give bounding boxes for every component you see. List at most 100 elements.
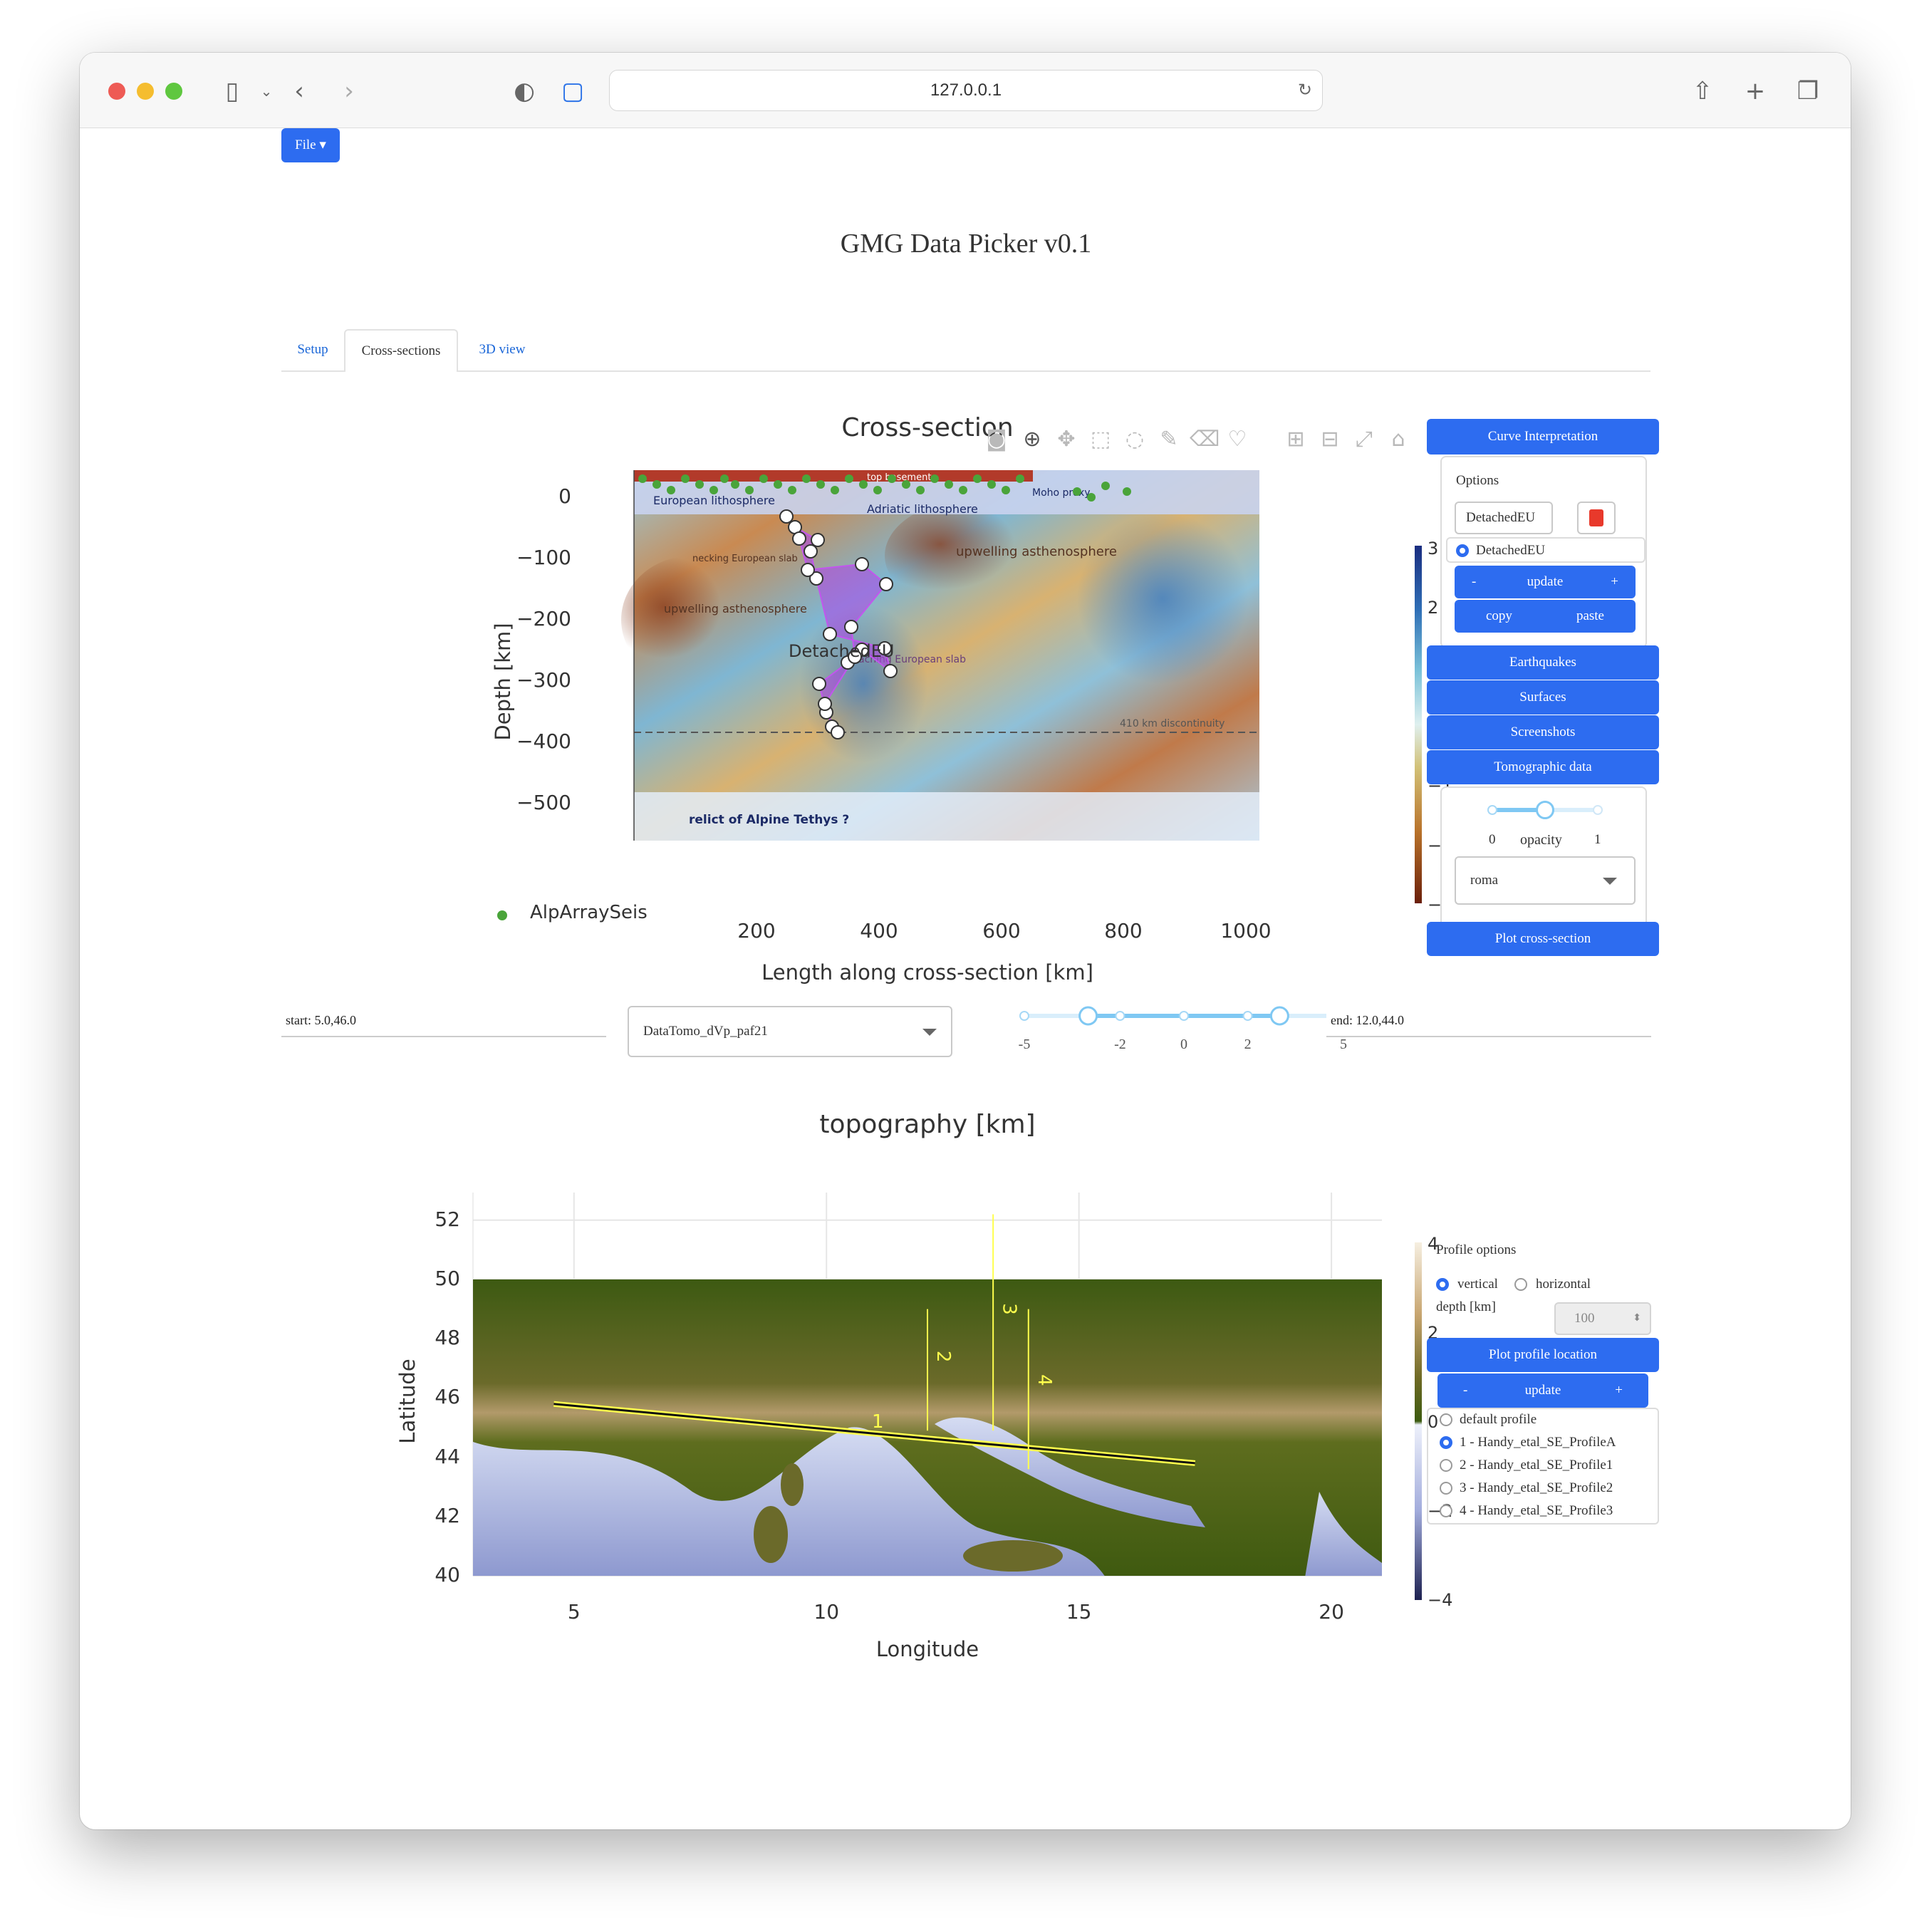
curve-point[interactable] (792, 531, 806, 546)
earthquake-marker (681, 474, 690, 483)
earthquake-marker (1073, 487, 1081, 496)
dataset-dropdown[interactable]: DataTomo_dVp_paf21 (628, 1006, 952, 1057)
curve-interpretation-button[interactable]: Curve Interpretation (1427, 419, 1659, 455)
tab-setup[interactable]: Setup (281, 329, 344, 370)
forward-icon[interactable]: › (333, 77, 365, 105)
maximize-window-button[interactable] (165, 83, 182, 100)
draw-open-path-icon[interactable]: ✎ (1155, 426, 1182, 453)
profile-item[interactable]: default profile (1460, 1412, 1537, 1428)
x-tick: 1000 (1220, 919, 1272, 942)
copy-button[interactable]: copy (1486, 600, 1512, 633)
range-slider-handle[interactable] (1078, 1006, 1098, 1026)
curve-point[interactable] (831, 725, 845, 739)
opacity-slider-handle[interactable] (1536, 801, 1554, 819)
profile-label: 3 (998, 1303, 1019, 1315)
curve-point[interactable] (801, 563, 815, 577)
draw-closed-path-icon[interactable]: ♡ (1224, 426, 1251, 453)
new-tab-icon[interactable]: + (1740, 77, 1771, 105)
profile-plus-button[interactable]: + (1615, 1373, 1623, 1408)
cross-section-plot[interactable]: European lithosphere Adriatic lithospher… (536, 470, 1262, 869)
legend-marker[interactable] (497, 910, 507, 920)
curve-name-input[interactable]: DetachedEU (1455, 502, 1553, 534)
profile-radio[interactable] (1440, 1482, 1452, 1495)
curve-color-picker[interactable] (1577, 502, 1616, 534)
earthquake-marker (652, 480, 661, 489)
profile-item[interactable]: 1 - Handy_etal_SE_ProfileA (1460, 1435, 1616, 1450)
lasso-select-icon[interactable]: ◌ (1121, 426, 1148, 453)
image-label: relict of Alpine Tethys ? (689, 813, 849, 827)
curve-minus-button[interactable]: - (1472, 566, 1476, 598)
reset-axes-icon[interactable]: ⌂ (1385, 426, 1412, 453)
plot-cross-section-button[interactable]: Plot cross-section (1427, 922, 1659, 956)
curve-update-button[interactable]: update (1527, 574, 1564, 589)
depth-input[interactable]: 100 ⬍ (1554, 1302, 1651, 1335)
profile-radio[interactable] (1440, 1436, 1452, 1449)
paste-button[interactable]: paste (1576, 600, 1604, 633)
y-tick: −500 (516, 791, 571, 814)
curve-point[interactable] (779, 509, 794, 524)
tab-3d-view[interactable]: 3D view (461, 329, 544, 370)
screenshots-button[interactable]: Screenshots (1427, 715, 1659, 749)
share-icon[interactable]: ⇧ (1687, 77, 1718, 105)
reload-icon[interactable]: ↻ (1298, 71, 1312, 110)
profile-item[interactable]: 3 - Handy_etal_SE_Profile2 (1460, 1480, 1613, 1496)
start-coordinate-input[interactable]: start: 5.0,46.0 (281, 1006, 606, 1037)
tabs-overview-icon[interactable]: ❐ (1792, 77, 1824, 105)
page-icon[interactable]: ▢ (557, 77, 588, 105)
minimize-window-button[interactable] (137, 83, 154, 100)
copy-paste-group: copy paste (1455, 600, 1636, 633)
profile-item[interactable]: 4 - Handy_etal_SE_Profile3 (1460, 1503, 1613, 1519)
curve-point[interactable] (804, 544, 818, 559)
profile-minus-button[interactable]: - (1463, 1373, 1467, 1408)
colorscale-range-slider[interactable]: -5 -2 0 2 5 (999, 1006, 1369, 1063)
range-slider-handle[interactable] (1269, 1006, 1289, 1026)
close-window-button[interactable] (108, 83, 125, 100)
profile-item[interactable]: 2 - Handy_etal_SE_Profile1 (1460, 1458, 1613, 1473)
curve-point[interactable] (818, 697, 832, 711)
erase-shape-icon[interactable]: ⌫ (1190, 426, 1220, 453)
curve-radio-label[interactable]: DetachedEU (1476, 543, 1545, 559)
plot-profile-location-button[interactable]: Plot profile location (1427, 1338, 1659, 1372)
y-tick: −100 (516, 546, 571, 569)
profile-radio[interactable] (1440, 1505, 1452, 1517)
curve-plus-button[interactable]: + (1611, 566, 1618, 598)
legend-label[interactable]: AlpArraySeis (530, 902, 648, 923)
camera-icon[interactable]: ◙ (983, 426, 1010, 453)
autoscale-icon[interactable]: ⤢ (1351, 426, 1378, 453)
vertical-radio[interactable] (1436, 1278, 1449, 1291)
profile-radio[interactable] (1440, 1459, 1452, 1472)
surfaces-button[interactable]: Surfaces (1427, 680, 1659, 715)
curve-point[interactable] (879, 577, 893, 591)
earthquake-marker (916, 486, 925, 494)
horizontal-radio[interactable] (1514, 1278, 1527, 1291)
spinner-icon[interactable]: ⬍ (1633, 1304, 1641, 1334)
x-tick: 800 (1104, 919, 1143, 942)
pan-icon[interactable]: ✥ (1053, 426, 1080, 453)
zoom-icon[interactable]: ⊕ (1019, 426, 1046, 453)
address-bar[interactable]: 127.0.0.1 ↻ (609, 70, 1323, 111)
colormap-dropdown[interactable]: roma (1455, 856, 1636, 905)
file-menu-button[interactable]: File ▾ (281, 128, 340, 162)
shield-icon[interactable]: ◐ (509, 77, 540, 105)
curve-point[interactable] (844, 620, 858, 634)
profile-radio[interactable] (1440, 1413, 1452, 1426)
end-coordinate-input[interactable]: end: 12.0,44.0 (1326, 1006, 1651, 1037)
profile-update-button[interactable]: update (1525, 1383, 1561, 1398)
back-icon[interactable]: ‹ (284, 77, 315, 105)
curve-point[interactable] (811, 533, 825, 547)
box-select-icon[interactable]: ⬚ (1087, 426, 1114, 453)
curve-point[interactable] (883, 664, 898, 678)
curve-radio[interactable] (1456, 544, 1469, 557)
sidebar-toggle-icon[interactable]: ▯ (217, 77, 248, 105)
curve-point[interactable] (812, 677, 826, 691)
chevron-down-icon[interactable]: ⌄ (251, 77, 282, 105)
curve-point[interactable] (855, 557, 869, 571)
zoom-out-icon[interactable]: ⊟ (1316, 426, 1343, 453)
zoom-in-icon[interactable]: ⊞ (1282, 426, 1309, 453)
horizontal-label[interactable]: horizontal (1536, 1277, 1591, 1292)
earthquakes-button[interactable]: Earthquakes (1427, 645, 1659, 680)
tab-cross-sections[interactable]: Cross-sections (344, 329, 458, 372)
vertical-label[interactable]: vertical (1457, 1277, 1498, 1292)
tomographic-data-button[interactable]: Tomographic data (1427, 750, 1659, 784)
curve-point[interactable] (823, 627, 837, 641)
